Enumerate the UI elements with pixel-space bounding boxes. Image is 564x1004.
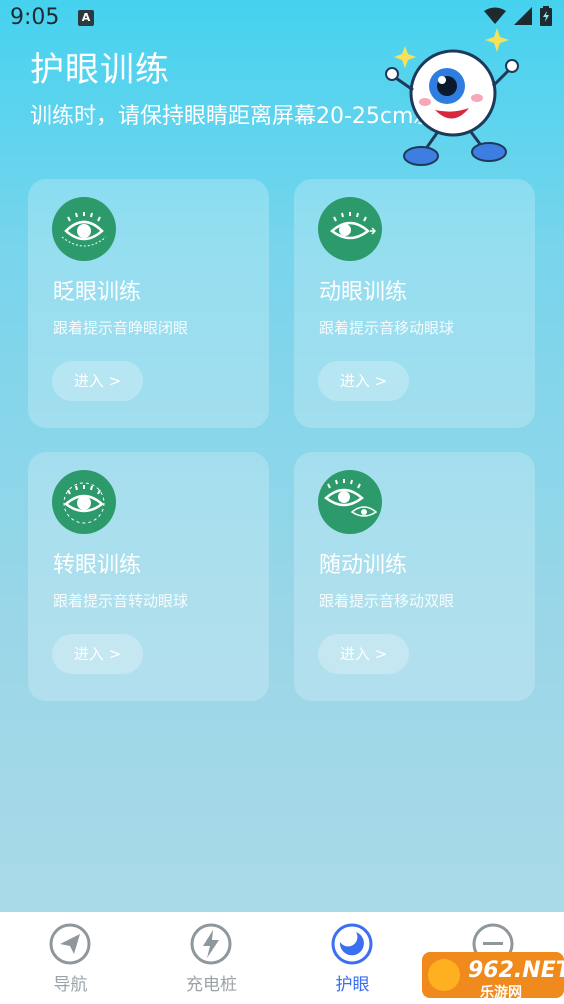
rotate-eye-icon [52,470,116,534]
watermark-text: 962.NET [468,958,564,983]
navigation-icon [49,923,91,965]
card-desc: 跟着提示音移动双眼 [319,592,455,610]
follow-eye-icon [318,470,382,534]
card-blink-training[interactable]: 眨眼训练 跟着提示音睁眼闭眼 进入 > [28,179,269,428]
enter-button[interactable]: 进入 > [52,361,143,401]
nav-label: 护眼 [335,975,370,995]
card-move-training[interactable]: 动眼训练 跟着提示音移动眼球 进入 > [294,179,535,428]
wifi-icon [484,7,506,24]
charging-icon [190,923,232,965]
card-desc: 跟着提示音转动眼球 [53,592,189,610]
blink-eye-icon [52,197,116,261]
signal-icon [514,7,532,25]
enter-button[interactable]: 进入 > [52,634,143,674]
nav-item-charging[interactable]: 充电桩 [141,912,282,1004]
status-time: 9:05 [10,5,60,30]
card-title: 转眼训练 [53,553,142,578]
card-follow-training[interactable]: 随动训练 跟着提示音移动双眼 进入 > [294,452,535,701]
card-title: 随动训练 [319,553,408,578]
enter-button[interactable]: 进入 > [318,634,409,674]
nav-item-eye-care[interactable]: 护眼 [282,912,423,1004]
eye-care-icon [331,923,373,965]
enter-button[interactable]: 进入 > [318,361,409,401]
status-icons [484,6,552,26]
card-title: 动眼训练 [319,280,408,305]
card-title: 眨眼训练 [53,280,142,305]
page-title: 护眼训练 [30,50,170,90]
card-desc: 跟着提示音睁眼闭眼 [53,319,189,337]
card-desc: 跟着提示音移动眼球 [319,319,455,337]
nav-label: 导航 [53,975,88,995]
watermark-sub: 乐游网 [480,985,522,1001]
nav-label: 充电桩 [186,975,237,995]
battery-icon [540,6,552,26]
nav-item-navigation[interactable]: 导航 [0,912,141,1004]
move-eye-icon [318,197,382,261]
card-rotate-training[interactable]: 转眼训练 跟着提示音转动眼球 进入 > [28,452,269,701]
eyeball-mascot-icon [385,28,519,166]
notification-icon: A [78,10,94,26]
